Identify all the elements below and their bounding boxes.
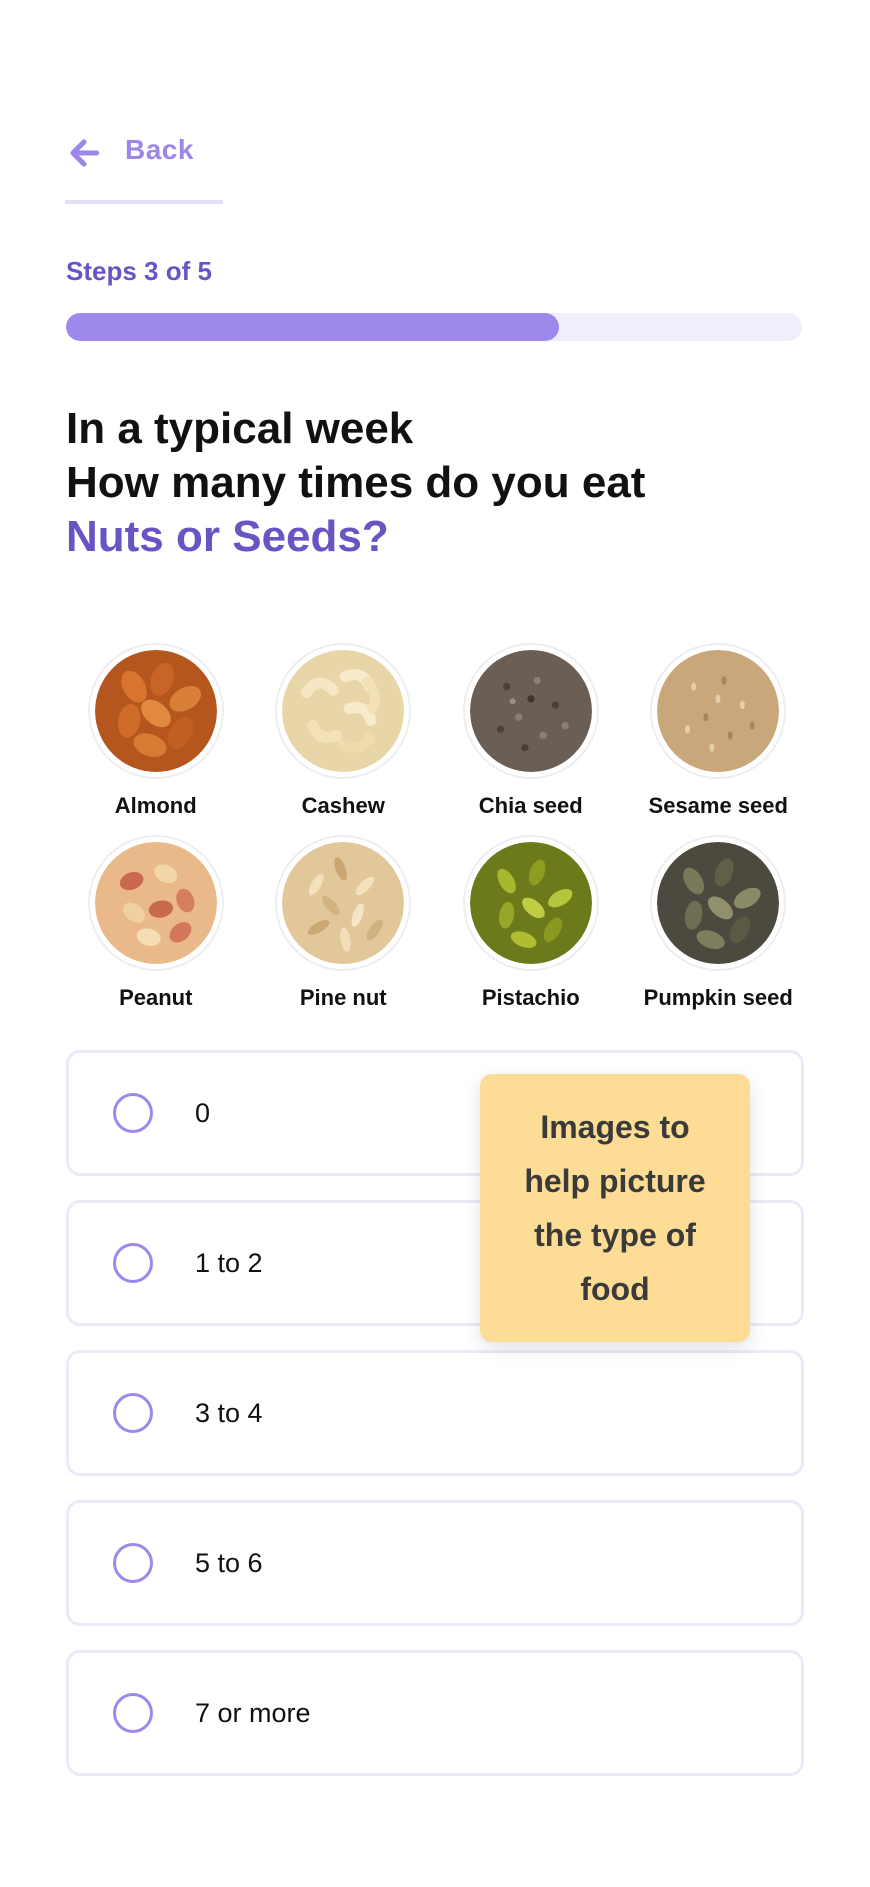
progress-bar <box>66 313 802 341</box>
food-gallery: Almond Cashew Chia seed Sesame seed Pean… <box>62 643 812 1011</box>
question-highlight: Nuts or Seeds? <box>66 512 389 561</box>
sesame-seed-image <box>650 643 787 779</box>
food-label: Pumpkin seed <box>643 985 793 1010</box>
option-label: 1 to 2 <box>195 1247 263 1278</box>
back-label: Back <box>125 134 194 165</box>
option-5-to-6[interactable]: 5 to 6 <box>66 1500 804 1626</box>
food-item-chia-seed: Chia seed <box>437 643 625 819</box>
option-label: 0 <box>195 1097 211 1128</box>
option-3-to-4[interactable]: 3 to 4 <box>66 1350 804 1476</box>
radio-button[interactable] <box>113 1093 153 1133</box>
annotation-callout: Images to help picture the type of food <box>480 1074 750 1342</box>
step-indicator: Steps 3 of 5 <box>66 256 212 286</box>
option-label: 5 to 6 <box>195 1547 263 1578</box>
arrow-left-icon <box>70 139 100 167</box>
food-label: Pine nut <box>299 985 387 1010</box>
radio-button[interactable] <box>113 1543 153 1583</box>
food-label: Cashew <box>301 793 385 818</box>
back-button[interactable]: Back <box>65 130 223 204</box>
food-label: Peanut <box>119 985 193 1010</box>
food-item-pine-nut: Pine nut <box>250 835 438 1011</box>
pine-nut-image <box>275 835 412 971</box>
pumpkin-seed-image <box>650 835 787 971</box>
food-item-almond: Almond <box>62 643 250 819</box>
food-item-pistachio: Pistachio <box>437 835 625 1011</box>
radio-button[interactable] <box>113 1243 153 1283</box>
pistachio-image <box>462 835 599 971</box>
almond-image <box>87 643 224 779</box>
food-item-peanut: Peanut <box>62 835 250 1011</box>
peanut-image <box>87 835 224 971</box>
food-label: Almond <box>114 793 197 818</box>
option-label: 7 or more <box>195 1697 311 1728</box>
option-label: 3 to 4 <box>195 1397 263 1428</box>
cashew-image <box>275 643 412 779</box>
food-item-pumpkin-seed: Pumpkin seed <box>625 835 813 1011</box>
food-label: Pistachio <box>481 985 580 1010</box>
option-7-or-more[interactable]: 7 or more <box>66 1650 804 1776</box>
food-item-sesame-seed: Sesame seed <box>625 643 813 819</box>
radio-button[interactable] <box>113 1393 153 1433</box>
question-title: In a typical week How many times do you … <box>66 402 806 564</box>
chia-seed-image <box>462 643 599 779</box>
food-label: Chia seed <box>478 793 583 818</box>
food-item-cashew: Cashew <box>250 643 438 819</box>
radio-button[interactable] <box>113 1693 153 1733</box>
question-line-1: In a typical week <box>66 404 414 453</box>
food-label: Sesame seed <box>648 793 788 818</box>
progress-bar-fill <box>66 313 560 341</box>
question-line-2: How many times do you eat <box>66 458 646 507</box>
callout-text: Images to help picture the type of food <box>524 1109 706 1307</box>
